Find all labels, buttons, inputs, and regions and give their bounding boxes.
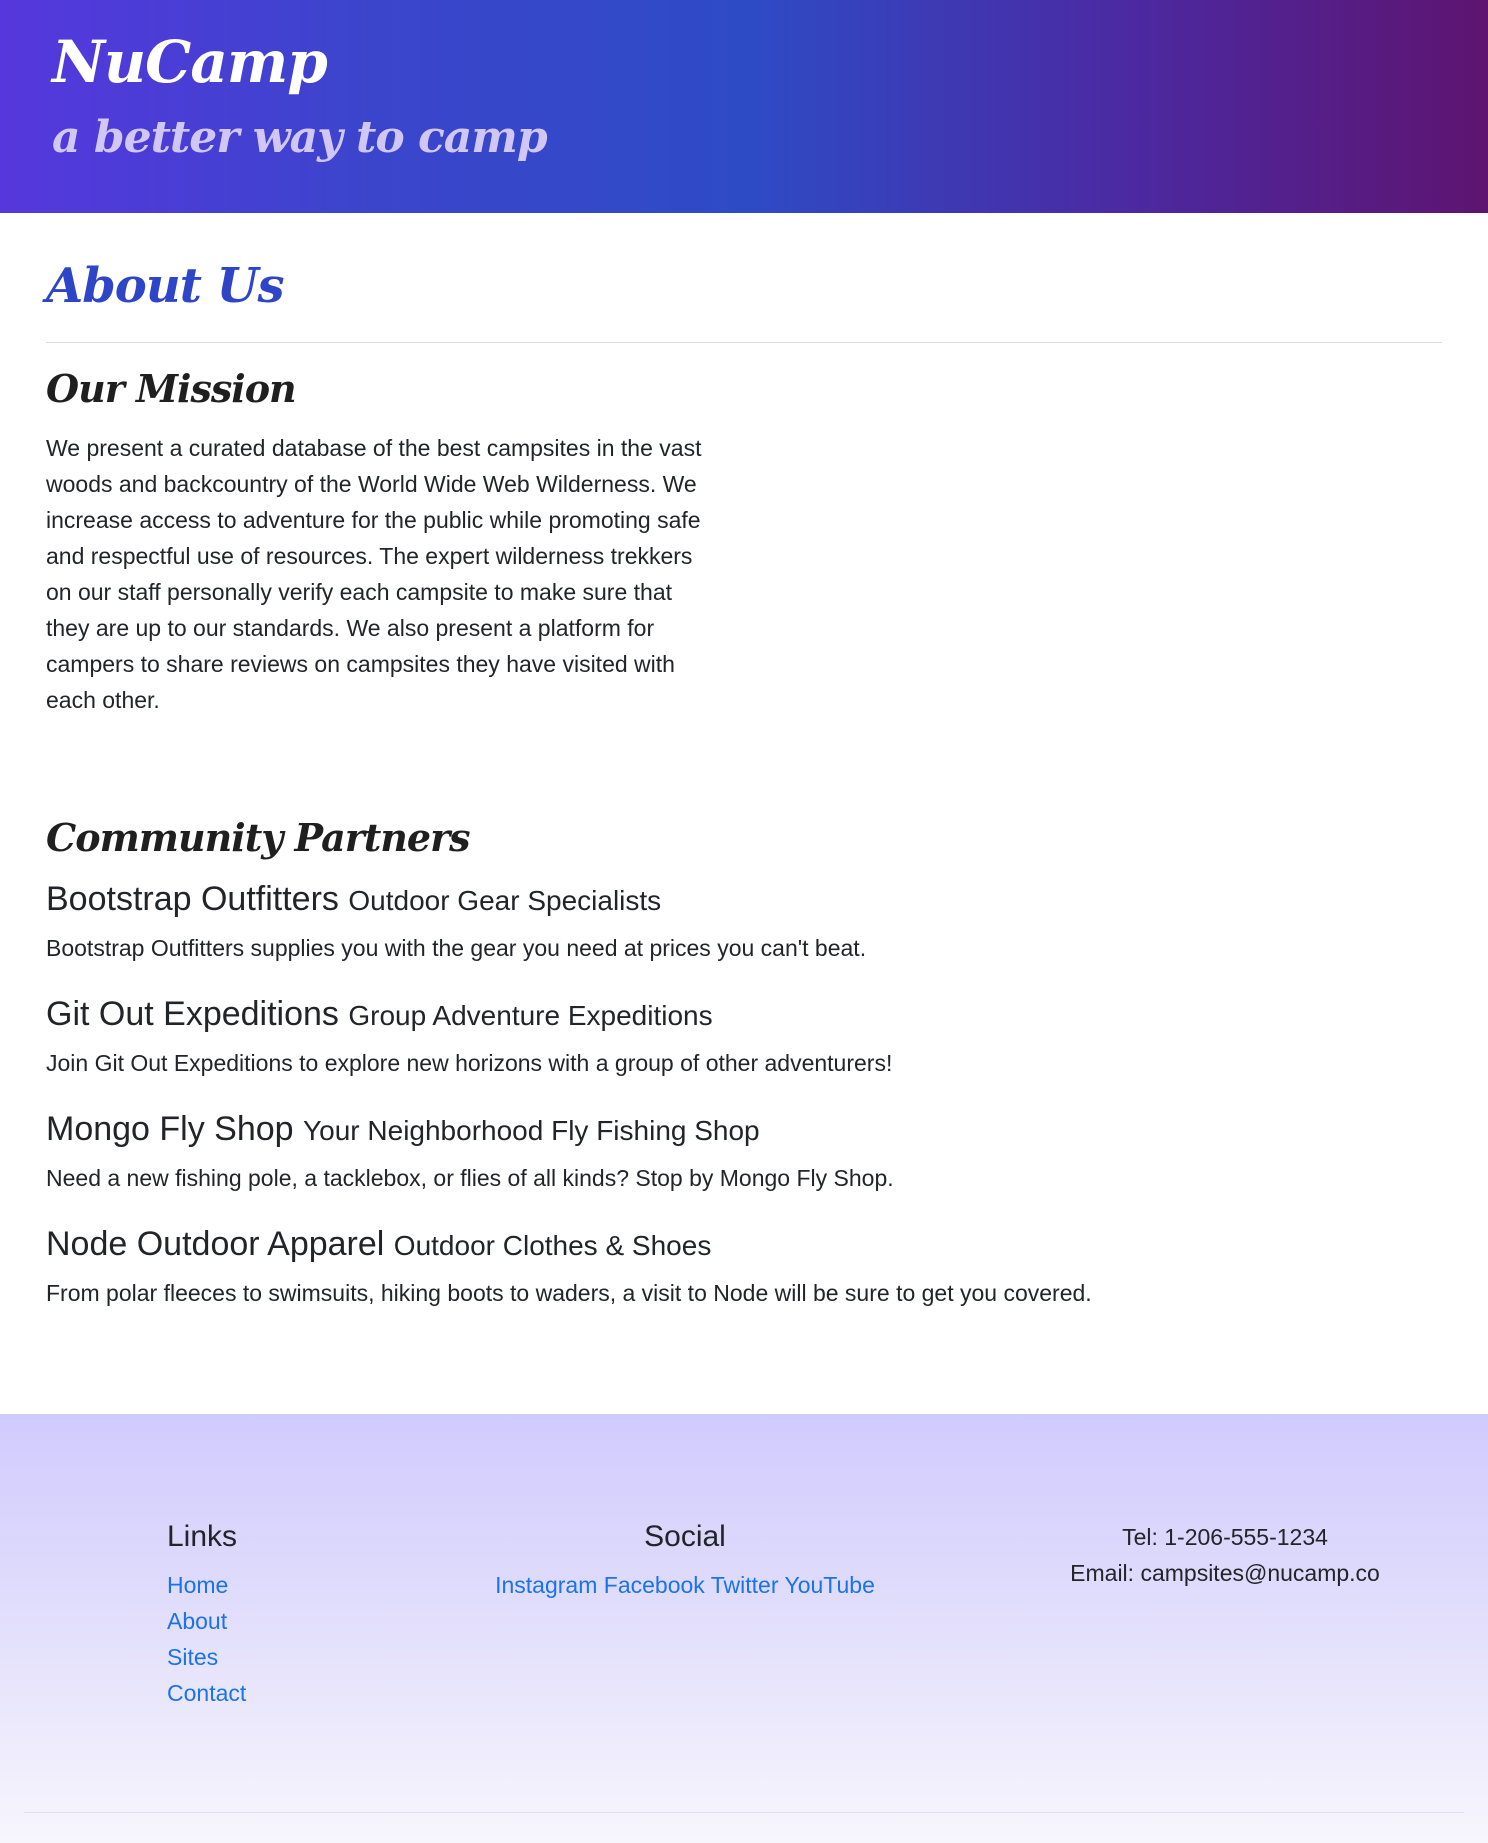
partner-title: Mongo Fly Shop Your Neighborhood Fly Fis… [46,1109,1346,1151]
footer-social-column: Social Instagram Facebook Twitter YouTub… [430,1519,940,1603]
brand-tagline: a better way to camp [52,112,548,163]
footer-link-item: Sites [167,1639,246,1675]
footer-social-heading: Social [644,1520,726,1553]
partner-title: Node Outdoor Apparel Outdoor Clothes & S… [46,1224,1346,1266]
partner-subtitle: Outdoor Gear Specialists [348,885,662,916]
footer-links-column: Links Home About Sites Contact [167,1519,246,1711]
footer-link-contact[interactable]: Contact [167,1680,246,1706]
partner-name: Bootstrap Outfitters [46,880,339,918]
social-links: Instagram Facebook Twitter YouTube [430,1567,940,1603]
brand-title: NuCamp [52,28,328,96]
partner-description: Join Git Out Expeditions to explore new … [46,1050,893,1076]
partner-item: Bootstrap Outfitters Outdoor Gear Specia… [46,879,1346,963]
partner-subtitle: Outdoor Clothes & Shoes [393,1230,712,1261]
footer-links-heading: Links [167,1520,238,1553]
footer-links-list: Home About Sites Contact [167,1567,246,1711]
instagram-link[interactable]: Instagram [495,1572,597,1598]
footer-link-item: Contact [167,1675,246,1711]
partner-item: Git Out Expeditions Group Adventure Expe… [46,994,1346,1078]
contact-phone: Tel: 1-206-555-1234 [1122,1524,1328,1550]
footer-link-about[interactable]: About [167,1608,227,1634]
facebook-link[interactable]: Facebook [604,1572,705,1598]
site-header: NuCamp a better way to camp [0,0,1488,213]
youtube-link[interactable]: YouTube [784,1572,874,1598]
site-footer: Links Home About Sites Contact Social In… [0,1414,1488,1843]
partner-description: Bootstrap Outfitters supplies you with t… [46,935,867,961]
title-divider [46,342,1442,343]
footer-contact-column: Tel: 1-206-555-1234 Email: campsites@nuc… [1000,1519,1450,1591]
mission-heading: Our Mission [46,366,297,411]
footer-divider [24,1812,1464,1813]
footer-link-sites[interactable]: Sites [167,1644,218,1670]
contact-email: Email: campsites@nucamp.co [1070,1560,1380,1586]
partner-item: Mongo Fly Shop Your Neighborhood Fly Fis… [46,1109,1346,1193]
partner-name: Git Out Expeditions [46,995,339,1033]
footer-link-item: Home [167,1567,246,1603]
partner-title: Bootstrap Outfitters Outdoor Gear Specia… [46,879,1346,921]
partner-subtitle: Group Adventure Expeditions [348,1000,713,1031]
partner-subtitle: Your Neighborhood Fly Fishing Shop [303,1115,760,1146]
partner-title: Git Out Expeditions Group Adventure Expe… [46,994,1346,1036]
twitter-link[interactable]: Twitter [711,1572,779,1598]
partner-item: Node Outdoor Apparel Outdoor Clothes & S… [46,1224,1346,1308]
partner-name: Mongo Fly Shop [46,1110,294,1148]
footer-link-item: About [167,1603,246,1639]
partner-name: Node Outdoor Apparel [46,1225,385,1263]
page-title: About Us [46,258,284,314]
partner-description: From polar fleeces to swimsuits, hiking … [46,1280,1092,1306]
mission-text: We present a curated database of the bes… [46,435,702,713]
partner-description: Need a new fishing pole, a tacklebox, or… [46,1165,894,1191]
partners-heading: Community Partners [46,815,471,860]
footer-link-home[interactable]: Home [167,1572,228,1598]
